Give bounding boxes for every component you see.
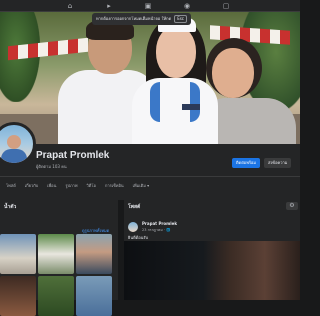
tab-about[interactable]: เกี่ยวกับ <box>25 182 38 190</box>
profile-avatar[interactable] <box>0 122 36 166</box>
profile-header: Prapat Promlek ผู้ติดตาม 103 คน ติดต่อพร… <box>0 122 300 200</box>
top-navigation-bar: ⌂ ▸ ▣ ◉ ▢ <box>0 0 300 12</box>
fullscreen-tooltip-text: หากต้องการออกจากโหมดเต็มหน้าจอ ให้กด <box>96 16 172 21</box>
see-all-photos-link[interactable]: ดูรูปภาพทั้งหมด <box>82 227 109 234</box>
message-button[interactable]: ส่งข้อความ <box>264 158 292 168</box>
post-media-video[interactable] <box>124 241 300 300</box>
post-author-avatar[interactable] <box>128 222 138 232</box>
person-nurse-collar <box>150 82 200 122</box>
person-nurse-head <box>156 26 196 78</box>
photo-thumbnail[interactable] <box>76 234 112 274</box>
groups-icon[interactable]: ◉ <box>183 2 191 10</box>
photo-thumbnail[interactable] <box>0 276 36 316</box>
photo-thumbnail[interactable] <box>38 234 74 274</box>
tab-friends[interactable]: เพื่อน <box>47 182 56 190</box>
home-icon[interactable]: ⌂ <box>66 2 74 10</box>
tab-photos[interactable]: รูปภาพ <box>65 182 77 190</box>
photos-card-title: น้ำตัว <box>4 204 17 210</box>
tab-videos[interactable]: วิดีโอ <box>87 182 96 190</box>
posts-card-title: โพสต์ <box>128 204 141 210</box>
tab-more[interactable]: เพิ่มเติม ▾ <box>133 182 150 190</box>
photo-thumbnail[interactable] <box>76 276 112 316</box>
photo-thumbnail[interactable] <box>0 234 36 274</box>
post-date[interactable]: 23 กรกฎาคม · 🌐 <box>142 227 170 233</box>
follower-count[interactable]: ผู้ติดตาม 103 คน <box>36 163 67 170</box>
gaming-icon[interactable]: ▢ <box>222 2 230 10</box>
tab-posts[interactable]: โพสต์ <box>6 182 16 190</box>
contact-button[interactable]: ติดต่อพร้อม <box>232 158 261 168</box>
profile-divider <box>0 176 300 177</box>
post-text: ยินดีต้อนรับ <box>128 235 149 240</box>
photos-card: น้ำตัว ดูรูปภาพทั้งหมด <box>0 200 118 316</box>
profile-name: Prapat Promlek <box>36 150 110 161</box>
post-author-name[interactable]: Prapat Promlek <box>142 221 177 226</box>
person-woman-right-head <box>212 48 254 98</box>
fullscreen-tooltip: หากต้องการออกจากโหมดเต็มหน้าจอ ให้กด Esc <box>92 13 191 25</box>
photo-thumbnail[interactable] <box>38 276 74 316</box>
filter-gear-icon[interactable]: ⚙ <box>286 202 298 210</box>
tab-checkins[interactable]: การเช็คอิน <box>105 182 124 190</box>
video-icon[interactable]: ▸ <box>105 2 113 10</box>
person-nurse-badge <box>182 104 200 110</box>
marketplace-icon[interactable]: ▣ <box>144 2 152 10</box>
feed-area: น้ำตัว ดูรูปภาพทั้งหมด โพสต์ ⚙ Prapat Pr… <box>0 200 300 316</box>
cover-photo[interactable] <box>0 12 300 144</box>
esc-key-badge: Esc <box>174 15 187 23</box>
profile-tabs: โพสต์ เกี่ยวกับ เพื่อน รูปภาพ วิดีโอ การ… <box>6 182 158 190</box>
posts-card: โพสต์ ⚙ Prapat Promlek 23 กรกฎาคม · 🌐 ยิ… <box>124 200 300 300</box>
